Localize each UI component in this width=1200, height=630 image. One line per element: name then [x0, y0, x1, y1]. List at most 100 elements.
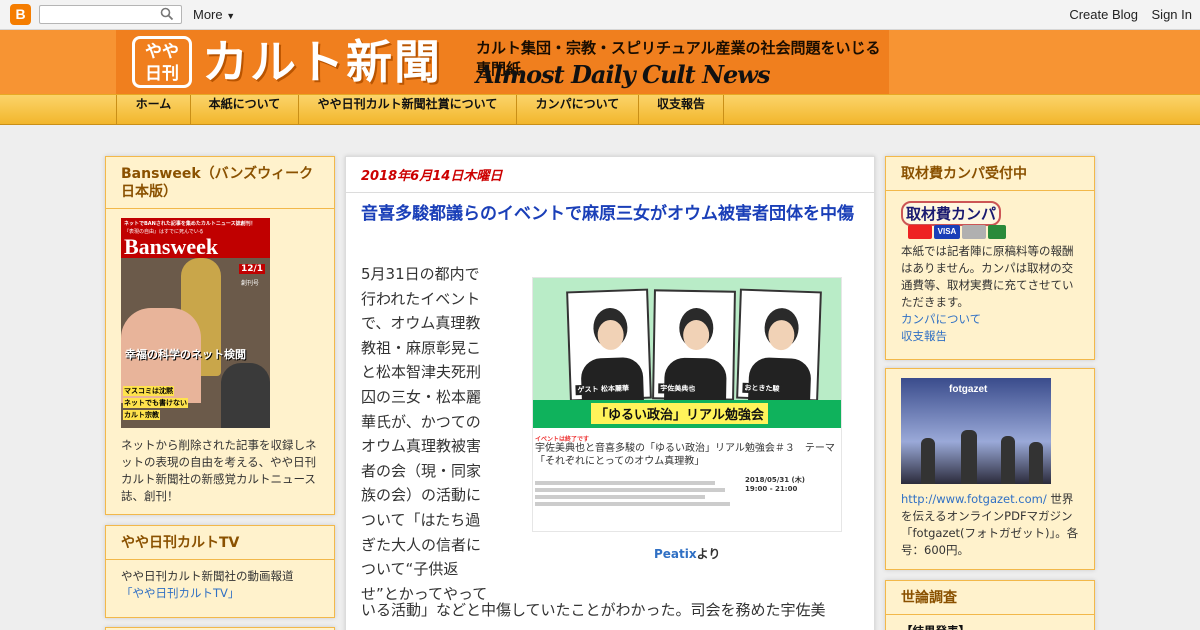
person-body [748, 356, 812, 404]
tab-home[interactable]: ホーム [116, 95, 190, 125]
fotgazet-link[interactable]: http://www.fotgazet.com/ [901, 492, 1047, 506]
cover-headline: 幸福の科学のネット検閲 [125, 348, 246, 361]
badge-bottom: 日刊 [145, 64, 179, 84]
date-divider [346, 192, 874, 193]
donate-about-link[interactable]: カンパについて [901, 311, 1079, 328]
body-line: 囚の三女・松本麗 [361, 387, 482, 406]
body-line: ついて「はたち過 [361, 510, 481, 529]
tab-finance[interactable]: 収支報告 [638, 95, 724, 125]
post-body-left: 5月31日の都内で 行われたイベント で、オウム真理教 教祖・麻原彰晃こ と松本… [361, 262, 496, 606]
event-time: 19:00 - 21:00 [745, 485, 798, 493]
body-line: 者の会（現・同家 [361, 461, 482, 480]
post-title[interactable]: 音喜多駿都議らのイベントで麻原三女がオウム被害者団体を中傷 [361, 202, 861, 226]
donate-button[interactable]: 取材費カンパ [901, 201, 1002, 226]
search-icon[interactable] [160, 7, 174, 21]
cult-tv-body: やや日刊カルト新聞社の動画報道 「やや日刊カルトTV」 [106, 560, 334, 610]
cover-issue: 12/1 [239, 264, 266, 274]
sign-in-link[interactable]: Sign In [1152, 7, 1192, 22]
cover-brand: Bansweek [124, 234, 219, 259]
body-line: 華氏が、かつての [361, 412, 481, 431]
tab-donate[interactable]: カンパについて [516, 95, 638, 125]
fotgazet-brand: fotgazet [949, 384, 988, 395]
widget-title: やや日刊カルトTV [106, 526, 334, 560]
more-menu[interactable]: More ▼ [193, 7, 235, 22]
bansweek-description: ネットから削除された記事を収録しネットの表現の自由を考える、やや日刊カルト新聞社… [121, 438, 317, 503]
person-body [664, 357, 727, 403]
finance-report-link[interactable]: 収支報告 [901, 328, 1079, 345]
blogger-logo-icon[interactable]: B [10, 4, 31, 25]
event-datetime: 2018/05/31 (木) 19:00 - 21:00 [745, 476, 805, 494]
body-line: と松本智津夫死刑 [361, 363, 482, 382]
person-body [580, 356, 644, 403]
body-line: ついて“子供返 [361, 560, 459, 579]
body-line: 族の会）の活動に [361, 486, 482, 505]
body-line: で、オウム真理教 [361, 314, 481, 333]
person-face [682, 319, 710, 351]
person-label: おときた駿 [742, 382, 782, 395]
person-label: ゲスト 松本麗華 [575, 383, 632, 396]
silhouette [921, 438, 935, 484]
widget-donate: 取材費カンパ受付中 取材費カンパ VISA 本紙では記者陣に原稿料等の報酬はあり… [885, 156, 1095, 360]
cover-tag1: マスコミは沈黙 [123, 386, 174, 396]
peatix-link[interactable]: Peatix [654, 547, 697, 561]
fotgazet-banner[interactable]: fotgazet [901, 378, 1051, 484]
blog-title-en: Almost Daily Cult News [476, 60, 770, 89]
logo-badge: やや 日刊 [132, 36, 192, 88]
create-blog-link[interactable]: Create Blog [1069, 7, 1138, 22]
image-credit: Peatixより [654, 545, 720, 562]
badge-top: やや [145, 42, 179, 62]
person-face [767, 319, 795, 351]
event-image[interactable]: ゲスト 松本麗華 宇佐美典也 おときた駿 「ゆるい政治」リアル勉強会 イベントは… [532, 277, 842, 532]
post-body-bottom: いる活動」などと中傷していたことがわかった。司会を務めた宇佐美 [361, 601, 826, 619]
cover-tag3: カルト宗教 [123, 410, 160, 420]
credit-suffix: より [696, 547, 721, 561]
image-title-band: 「ゆるい政治」リアル勉強会 [533, 400, 841, 428]
tab-about[interactable]: 本紙について [190, 95, 298, 125]
cover-person [221, 363, 270, 428]
tab-award[interactable]: やや日刊カルト新聞社賞について [298, 95, 516, 125]
body-line: 行われたイベント [361, 289, 481, 308]
cover-issue-sub: 創刊号 [241, 280, 260, 287]
cover-tag2: ネットでも書けない [123, 398, 188, 408]
guest-photo-2: 宇佐美典也 [652, 289, 736, 403]
poll-result: 【結果発表】 [886, 615, 1094, 630]
silhouette [1001, 436, 1015, 484]
body-line: 5月31日の都内で [361, 265, 480, 283]
widget-title: 世論調査 [886, 581, 1094, 615]
widget-title: 取材費カンパ受付中 [886, 157, 1094, 191]
image-top-panel: ゲスト 松本麗華 宇佐美典也 おときた駿 [533, 278, 841, 404]
header-banner[interactable]: やや 日刊 カルト新聞 カルト集団・宗教・スピリチュアル産業の社会問題をいじる専… [116, 30, 889, 94]
body-line: ぎた大人の信者に [361, 535, 482, 554]
event-date: 2018/05/31 (木) [745, 476, 805, 484]
blog-title: カルト新聞 [202, 35, 442, 89]
fine-line [535, 502, 730, 506]
silhouette [1029, 442, 1043, 484]
body-line: オウム真理教被害 [361, 437, 482, 456]
more-label: More [193, 7, 223, 22]
widget-title: Bansweek（バンズウィーク日本版） [106, 157, 334, 209]
person-face [597, 319, 625, 351]
guest-photo-3: おときた駿 [736, 288, 822, 404]
cover-top-text: ネットでBANされた記事を集めたカルトニュース誌創刊！ [124, 221, 256, 227]
cult-tv-description: やや日刊カルト新聞社の動画報道 [121, 569, 294, 583]
widget-poll: 世論調査 【結果発表】 [885, 580, 1095, 630]
fine-line [535, 481, 715, 485]
band-title: 「ゆるい政治」リアル勉強会 [591, 403, 768, 424]
cult-tv-link[interactable]: 「やや日刊カルトTV」 [121, 585, 319, 602]
fine-line [535, 488, 725, 492]
widget-bansweek: Bansweek（バンズウィーク日本版） ネットでBANされた記事を集めたカルト… [105, 156, 335, 515]
event-caption: 宇佐美典也と音喜多駿の「ゆるい政治」リアル勉強会＃３ テーマ「それぞれにとっての… [535, 443, 835, 467]
donate-description: 本紙では記者陣に原稿料等の報酬はありません。カンパは取材の交通費等、取材実費に充… [901, 244, 1074, 309]
person-label: 宇佐美典也 [658, 383, 698, 395]
widget-cult-tv: やや日刊カルトTV やや日刊カルト新聞社の動画報道 「やや日刊カルトTV」 [105, 525, 335, 618]
fotgazet-body: http://www.fotgazet.com/ 世界を伝えるオンラインPDFマ… [886, 483, 1094, 567]
donate-body: 本紙では記者陣に原稿料等の報酬はありません。カンパは取材の交通費等、取材実費に充… [886, 235, 1094, 353]
guest-photo-1: ゲスト 松本麗華 [566, 288, 652, 403]
page-tabs: ホーム 本紙について やや日刊カルト新聞社賞について カンパについて 収支報告 [0, 94, 1200, 125]
event-fine-print [535, 478, 735, 509]
body-line: 教祖・麻原彰晃こ [361, 338, 482, 357]
silhouette [961, 430, 977, 484]
fine-line [535, 495, 705, 499]
blogger-navbar: B More ▼ Create Blog Sign In [0, 0, 1200, 30]
bansweek-cover[interactable]: ネットでBANされた記事を集めたカルトニュース誌創刊！ 『表現の自由』はすでに死… [121, 218, 270, 428]
